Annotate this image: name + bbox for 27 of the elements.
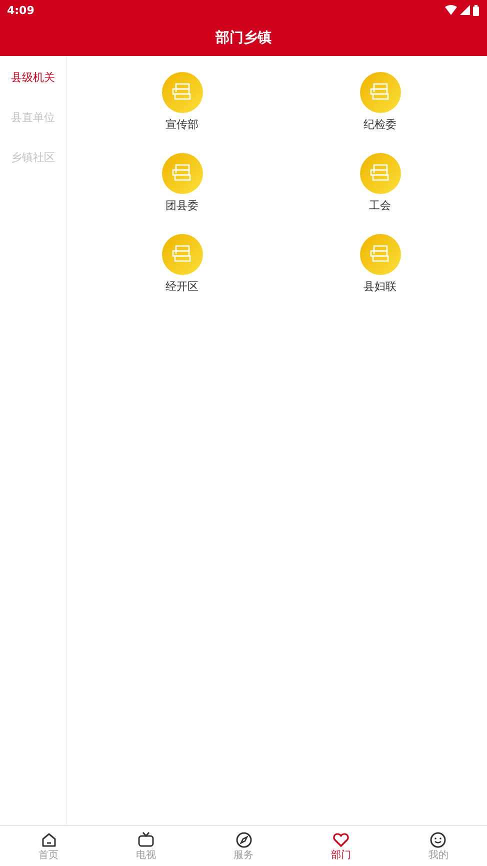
heart-icon[interactable] bbox=[332, 830, 350, 848]
tab-label[interactable]: 电视 bbox=[136, 850, 156, 862]
tab-label[interactable]: 服务 bbox=[234, 850, 254, 862]
tab-label[interactable]: 部门 bbox=[330, 850, 351, 862]
smiley-icon[interactable] bbox=[429, 830, 448, 848]
department-label[interactable]: 工会 bbox=[369, 199, 391, 213]
books-icon[interactable] bbox=[162, 234, 202, 275]
status-time: 4:09 bbox=[7, 4, 34, 16]
page-title: 部门乡镇 bbox=[216, 29, 272, 47]
sidebar-item[interactable]: 县级机关 bbox=[0, 69, 66, 86]
department-label[interactable]: 团县委 bbox=[166, 199, 198, 213]
books-icon[interactable] bbox=[360, 234, 400, 275]
home-icon[interactable] bbox=[40, 830, 58, 848]
battery-icon bbox=[473, 4, 479, 16]
department-label[interactable]: 宣传部 bbox=[166, 118, 198, 132]
compass-icon[interactable] bbox=[234, 830, 253, 848]
tv-icon[interactable] bbox=[137, 830, 156, 848]
signal-icon bbox=[460, 5, 470, 15]
department-label[interactable]: 纪检委 bbox=[364, 118, 396, 132]
wifi-icon bbox=[445, 5, 457, 15]
books-icon[interactable] bbox=[162, 153, 202, 194]
books-icon[interactable] bbox=[360, 72, 400, 113]
department-label[interactable]: 县妇联 bbox=[364, 280, 396, 294]
books-icon[interactable] bbox=[162, 72, 202, 113]
books-icon[interactable] bbox=[360, 153, 400, 194]
tab-label[interactable]: 我的 bbox=[428, 850, 448, 862]
department-label[interactable]: 经开区 bbox=[166, 280, 198, 294]
